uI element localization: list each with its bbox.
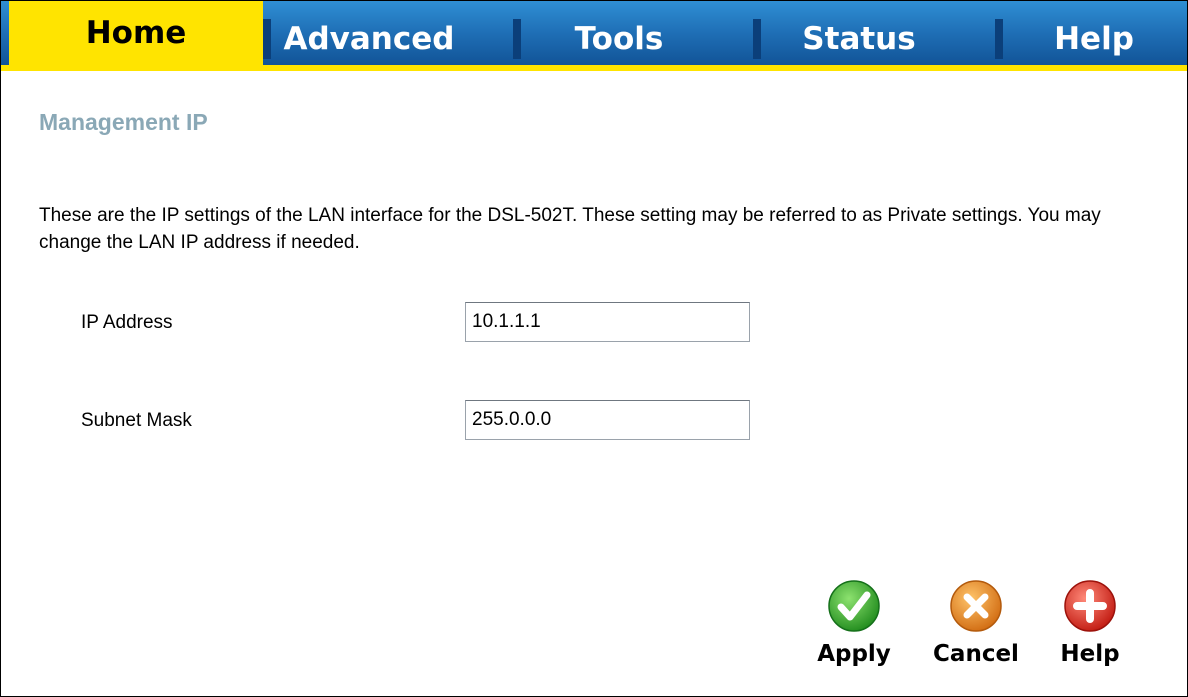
page-title: Management IP [39, 109, 208, 135]
help-label: Help [1060, 641, 1120, 667]
tab-separator [753, 19, 761, 59]
tab-tools[interactable]: Tools [521, 1, 717, 65]
tab-separator [263, 19, 271, 59]
top-nav: Home Advanced Tools Status Help [1, 1, 1187, 71]
apply-label: Apply [817, 641, 891, 667]
tab-help[interactable]: Help [1003, 1, 1185, 65]
apply-button[interactable]: Apply [809, 579, 899, 667]
ip-address-input[interactable] [465, 302, 750, 342]
check-icon [828, 580, 880, 632]
tab-status[interactable]: Status [761, 1, 957, 65]
ip-address-label: IP Address [81, 312, 173, 333]
tab-separator [995, 19, 1003, 59]
tab-home[interactable]: Home [9, 1, 263, 65]
x-icon [950, 580, 1002, 632]
subnet-mask-input[interactable] [465, 400, 750, 440]
page-description: These are the IP settings of the LAN int… [39, 205, 1101, 253]
subnet-mask-label: Subnet Mask [81, 410, 192, 431]
tab-advanced[interactable]: Advanced [271, 1, 467, 65]
page-frame: Home Advanced Tools Status Help Manageme… [0, 0, 1188, 697]
cancel-label: Cancel [933, 641, 1019, 667]
cancel-button[interactable]: Cancel [931, 579, 1021, 667]
plus-icon [1064, 580, 1116, 632]
help-button[interactable]: Help [1045, 579, 1135, 667]
nav-underline [1, 65, 1187, 71]
tab-separator [513, 19, 521, 59]
